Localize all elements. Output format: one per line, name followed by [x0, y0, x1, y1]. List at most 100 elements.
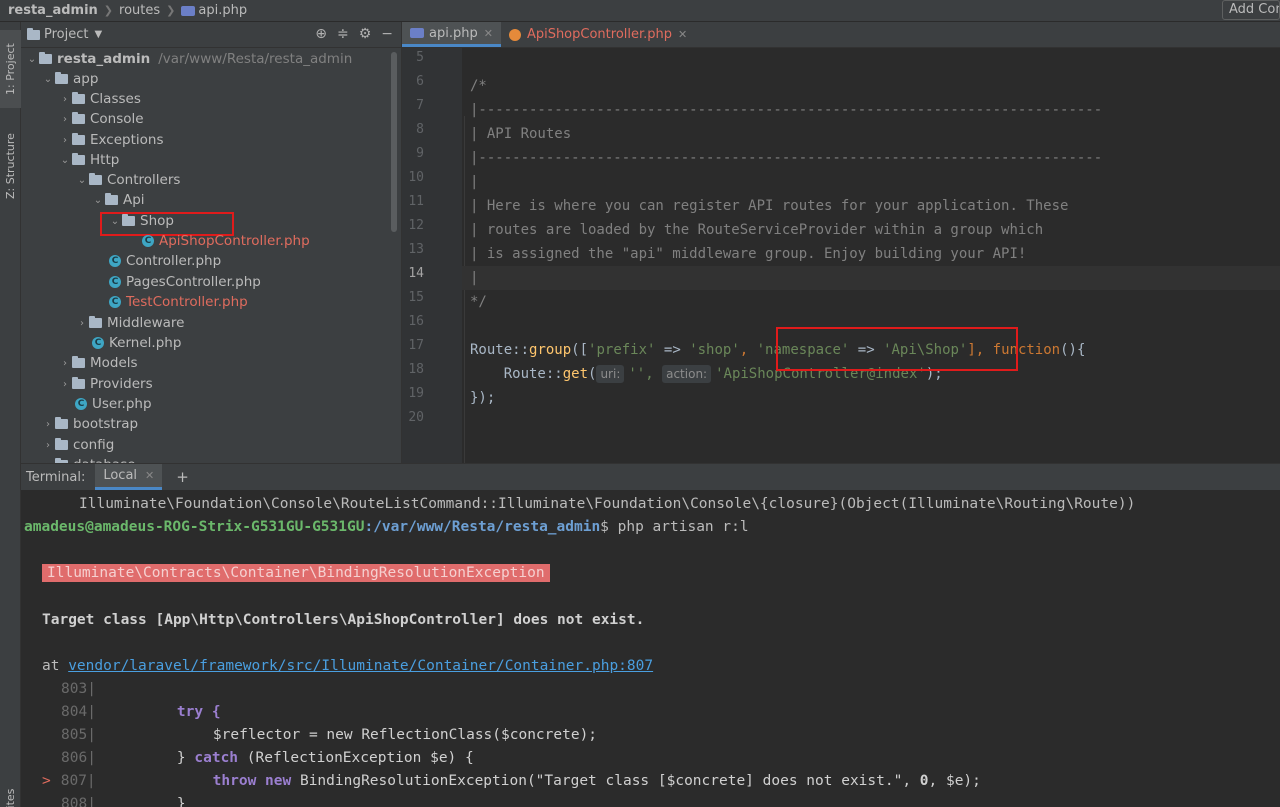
favorites-tool-tab[interactable]: rites	[0, 789, 21, 807]
folder-icon	[72, 356, 85, 368]
tab-label: ApiShopController.php	[526, 27, 673, 42]
code-line: });	[470, 390, 496, 406]
breadcrumb-file[interactable]: api.php	[198, 3, 247, 18]
breadcrumb-folder[interactable]: routes	[119, 3, 160, 18]
tree-item-http[interactable]: ⌄ Http	[58, 150, 120, 170]
folder-icon	[72, 133, 85, 145]
tab-apishopcontroller[interactable]: ApiShopController.php ✕	[501, 22, 695, 47]
project-panel-title[interactable]: Project	[44, 27, 88, 42]
chevron-down-icon[interactable]: ⌄	[75, 175, 89, 186]
terminal-tab-local[interactable]: Local ✕	[95, 464, 163, 490]
tree-item-providers[interactable]: › Providers	[58, 374, 153, 394]
folder-icon	[27, 27, 40, 40]
param-hint: uri:	[596, 365, 625, 383]
tree-item-label: Middleware	[107, 315, 185, 331]
chevron-down-icon[interactable]: ⌄	[58, 155, 72, 166]
tree-item-label: Controller.php	[126, 253, 222, 269]
code-line: |	[470, 174, 479, 190]
gear-icon[interactable]: ⚙	[359, 26, 372, 42]
chevron-down-icon[interactable]: ⌄	[91, 195, 105, 206]
close-icon[interactable]: ✕	[678, 28, 687, 41]
project-tool-tab[interactable]: 1: Project	[0, 30, 21, 108]
error-message: Target class [App\Http\Controllers\ApiSh…	[42, 612, 645, 628]
chevron-down-icon[interactable]: ⌄	[25, 54, 39, 65]
tree-item-label: Providers	[90, 376, 153, 392]
tree-item-bootstrap[interactable]: › bootstrap	[41, 414, 138, 434]
breadcrumb-project[interactable]: resta_admin	[8, 3, 98, 18]
highlight-box	[776, 327, 1018, 371]
tree-item-classes[interactable]: › Classes	[58, 89, 141, 109]
source-code: try {	[176, 704, 221, 720]
tree-item-label: Classes	[90, 91, 141, 107]
source-link[interactable]: vendor/laravel/framework/src/Illuminate/…	[68, 658, 653, 674]
code-token: =>	[655, 342, 690, 358]
code-token: Route::	[470, 366, 563, 382]
folder-icon	[39, 52, 52, 64]
current-code-line: |	[462, 266, 1280, 290]
chevron-right-icon[interactable]: ›	[58, 114, 72, 125]
tree-item-database[interactable]: › database	[41, 455, 136, 463]
tree-item-label: Console	[90, 111, 144, 127]
tree-item-models[interactable]: › Models	[58, 353, 138, 373]
code-line: /*	[470, 78, 487, 94]
php-class-icon: C	[92, 337, 104, 349]
chevron-right-icon[interactable]: ›	[58, 94, 72, 105]
breadcrumb-separator: ❯	[103, 4, 114, 17]
structure-tool-tab[interactable]: Z: Structure	[0, 118, 21, 214]
tree-item-label: Api	[123, 192, 145, 208]
tree-item-pagescontroller[interactable]: C PagesController.php	[109, 272, 261, 292]
tree-item-user[interactable]: C User.php	[75, 394, 152, 414]
chevron-right-icon[interactable]: ›	[41, 440, 55, 451]
php-class-icon: C	[109, 255, 121, 267]
chevron-right-icon[interactable]: ›	[58, 135, 72, 146]
tool-window-strip: 1: Project Z: Structure rites	[0, 22, 21, 807]
project-scrollbar[interactable]	[391, 52, 397, 232]
chevron-right-icon[interactable]: ›	[58, 379, 72, 390]
tree-item-middleware[interactable]: › Middleware	[75, 313, 184, 333]
code-area[interactable]: /* |------------------------------------…	[402, 48, 1280, 463]
project-panel-header: Project ▼ ⊕ ≑ ⚙ −	[21, 22, 401, 48]
code-token: Route::	[470, 342, 530, 358]
chevron-right-icon[interactable]: ›	[58, 358, 72, 369]
source-line-number: 807|	[60, 773, 96, 789]
tree-item-label: ApiShopController.php	[159, 233, 310, 249]
tree-item-testcontroller[interactable]: C TestController.php	[109, 292, 248, 312]
chevron-down-icon[interactable]: ▼	[94, 29, 102, 40]
tree-item-apishopcontroller[interactable]: C ApiShopController.php	[142, 231, 310, 251]
close-icon[interactable]: ✕	[484, 27, 493, 40]
folder-icon	[55, 438, 68, 450]
chevron-right-icon[interactable]: ›	[75, 318, 89, 329]
tree-item-kernel[interactable]: C Kernel.php	[92, 333, 181, 353]
tab-label: Local	[103, 468, 138, 483]
tree-item-exceptions[interactable]: › Exceptions	[58, 130, 163, 150]
php-file-icon	[181, 5, 196, 16]
chevron-down-icon[interactable]: ⌄	[41, 74, 55, 85]
source-line-number: 804|	[61, 704, 96, 720]
close-icon[interactable]: ✕	[145, 469, 154, 482]
tree-item-controllers[interactable]: ⌄ Controllers	[75, 170, 181, 190]
prompt-command: $ php artisan r:l	[600, 519, 749, 535]
tree-item-config[interactable]: › config	[41, 435, 114, 455]
tab-api-php[interactable]: api.php ✕	[402, 22, 501, 47]
minimize-icon[interactable]: −	[381, 26, 393, 42]
tree-item-controller[interactable]: C Controller.php	[109, 251, 221, 271]
folder-icon	[105, 193, 118, 205]
tree-item-label: config	[73, 437, 115, 453]
php-class-icon: C	[75, 398, 87, 410]
tree-item-console[interactable]: › Console	[58, 109, 144, 129]
tree-item-root[interactable]: ⌄ resta_admin /var/www/Resta/resta_admin	[25, 49, 352, 69]
tree-item-app[interactable]: ⌄ app	[41, 69, 99, 89]
new-terminal-button[interactable]: +	[176, 468, 189, 486]
tree-item-api[interactable]: ⌄ Api	[91, 190, 145, 210]
add-configuration-button[interactable]: Add Configuration...	[1222, 0, 1280, 20]
folder-icon	[55, 72, 68, 84]
source-code: (ReflectionException $e) {	[238, 750, 474, 766]
source-line-current: >807| throw new BindingResolutionExceptio…	[42, 770, 981, 793]
source-code: }	[176, 796, 186, 807]
terminal-output[interactable]: Illuminate\Foundation\Console\RouteListC…	[21, 491, 1280, 807]
terminal-tabs: Terminal: Local ✕ +	[21, 464, 1280, 490]
collapse-icon[interactable]: ≑	[337, 26, 349, 42]
code-line: |---------------------------------------…	[470, 102, 1103, 118]
chevron-right-icon[interactable]: ›	[41, 419, 55, 430]
locate-icon[interactable]: ⊕	[315, 26, 327, 42]
